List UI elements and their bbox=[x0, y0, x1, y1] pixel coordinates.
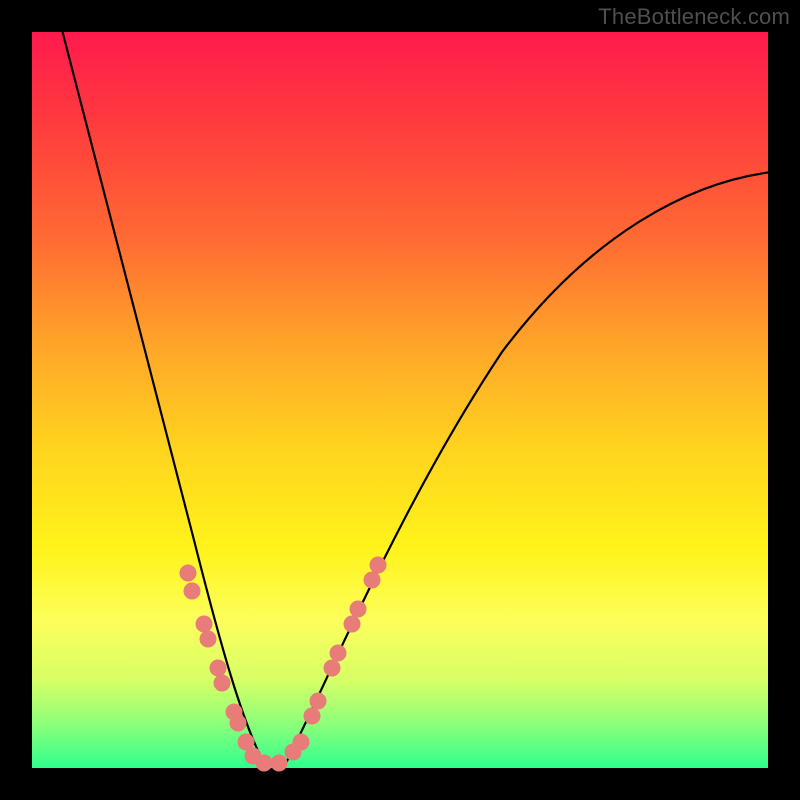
marker-dot bbox=[214, 675, 230, 691]
marker-dot bbox=[293, 734, 309, 750]
watermark-label: TheBottleneck.com bbox=[598, 4, 790, 30]
marker-dot bbox=[230, 715, 246, 731]
marker-dot bbox=[364, 572, 380, 588]
marker-dot bbox=[180, 565, 196, 581]
marker-dot bbox=[271, 755, 287, 771]
chart-svg bbox=[32, 32, 768, 768]
marker-dot bbox=[256, 755, 272, 771]
curve-left bbox=[61, 26, 264, 763]
chart-frame: TheBottleneck.com bbox=[0, 0, 800, 800]
marker-dot bbox=[210, 660, 226, 676]
plot-area bbox=[32, 32, 768, 768]
marker-dot bbox=[310, 693, 326, 709]
marker-dot bbox=[238, 734, 254, 750]
marker-group bbox=[180, 557, 386, 771]
marker-dot bbox=[184, 583, 200, 599]
marker-dot bbox=[330, 645, 346, 661]
marker-dot bbox=[324, 660, 340, 676]
marker-dot bbox=[304, 708, 320, 724]
marker-dot bbox=[370, 557, 386, 573]
marker-dot bbox=[344, 616, 360, 632]
curve-right bbox=[286, 172, 772, 763]
marker-dot bbox=[350, 601, 366, 617]
marker-dot bbox=[196, 616, 212, 632]
marker-dot bbox=[200, 631, 216, 647]
